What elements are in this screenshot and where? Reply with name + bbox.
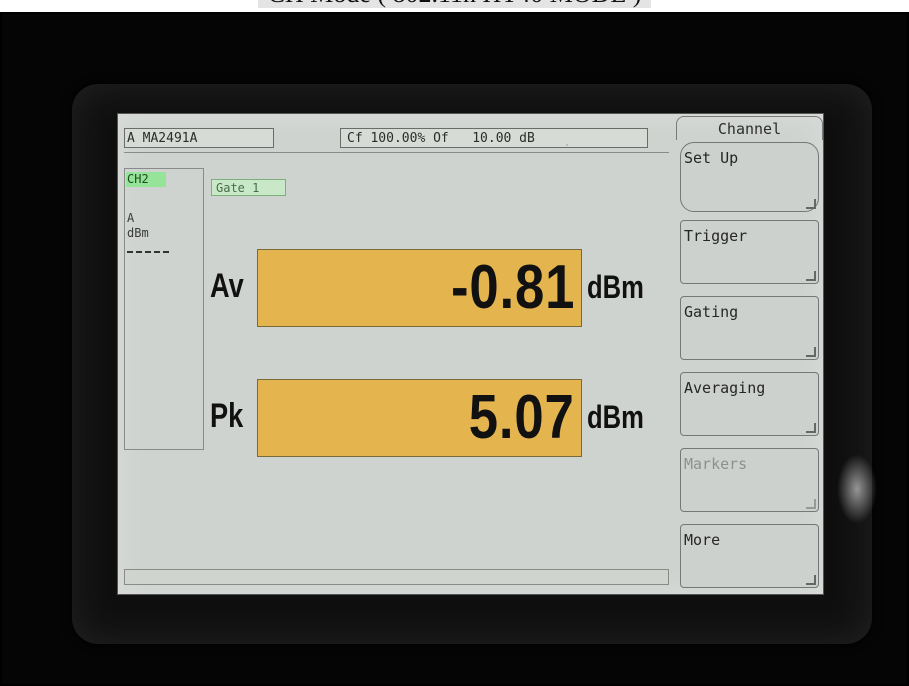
- lcd-screen: A MA2491A Cf 100.00% Of 10.00 dB ˙ CH2 A…: [117, 113, 824, 595]
- peak-value: 5.07: [469, 383, 575, 452]
- status-bar: [124, 569, 669, 585]
- submenu-corner-icon: [806, 347, 816, 357]
- softkey-trigger[interactable]: Trigger: [680, 220, 819, 284]
- softkey-label: More: [684, 531, 721, 549]
- submenu-corner-icon: [806, 499, 816, 509]
- submenu-corner-icon: [806, 575, 816, 585]
- submenu-corner-icon: [806, 199, 816, 209]
- marker-tick-icon: ˙: [564, 144, 571, 155]
- sensor-letter: A: [127, 211, 135, 225]
- caption-text: CH Mode ( 802.11n HT40 MODE ): [257, 0, 652, 8]
- average-value: -0.81: [450, 253, 575, 322]
- softkey-averaging[interactable]: Averaging: [680, 372, 819, 436]
- softkey-setup[interactable]: Set Up: [680, 142, 819, 212]
- softkey-label: Averaging: [684, 379, 766, 397]
- header-divider: [124, 152, 669, 153]
- submenu-corner-icon: [806, 423, 816, 433]
- peak-label: Pk: [210, 397, 244, 435]
- softkey-label: Markers: [684, 455, 748, 473]
- peak-unit: dBm: [587, 399, 644, 435]
- dashed-line-indicator: [127, 251, 169, 253]
- gate-label: Gate 1: [211, 179, 286, 196]
- channel-unit: dBm: [127, 226, 149, 240]
- softkey-label: Set Up: [684, 149, 739, 167]
- softkey-more[interactable]: More: [680, 524, 819, 588]
- peak-readout: 5.07: [257, 379, 582, 457]
- softkey-label: Trigger: [684, 227, 748, 245]
- softkey-label: Gating: [684, 303, 739, 321]
- channel-info-panel: CH2 A dBm: [124, 168, 204, 450]
- channel-tag: CH2: [126, 172, 166, 187]
- softkey-markers[interactable]: Markers: [680, 448, 819, 512]
- softkey-menu-title: Channel: [676, 116, 823, 140]
- cal-factor-offset: Cf 100.00% Of 10.00 dB: [340, 128, 648, 148]
- light-reflection: [837, 454, 877, 524]
- average-label: Av: [210, 267, 244, 305]
- softkey-panel: Channel Set Up Trigger Gating Averaging …: [676, 114, 823, 594]
- sensor-model: A MA2491A: [124, 128, 274, 148]
- average-readout: -0.81: [257, 249, 582, 327]
- average-unit: dBm: [587, 269, 644, 305]
- submenu-corner-icon: [806, 271, 816, 281]
- photo-caption: CH Mode ( 802.11n HT40 MODE ): [0, 0, 909, 12]
- softkey-gating[interactable]: Gating: [680, 296, 819, 360]
